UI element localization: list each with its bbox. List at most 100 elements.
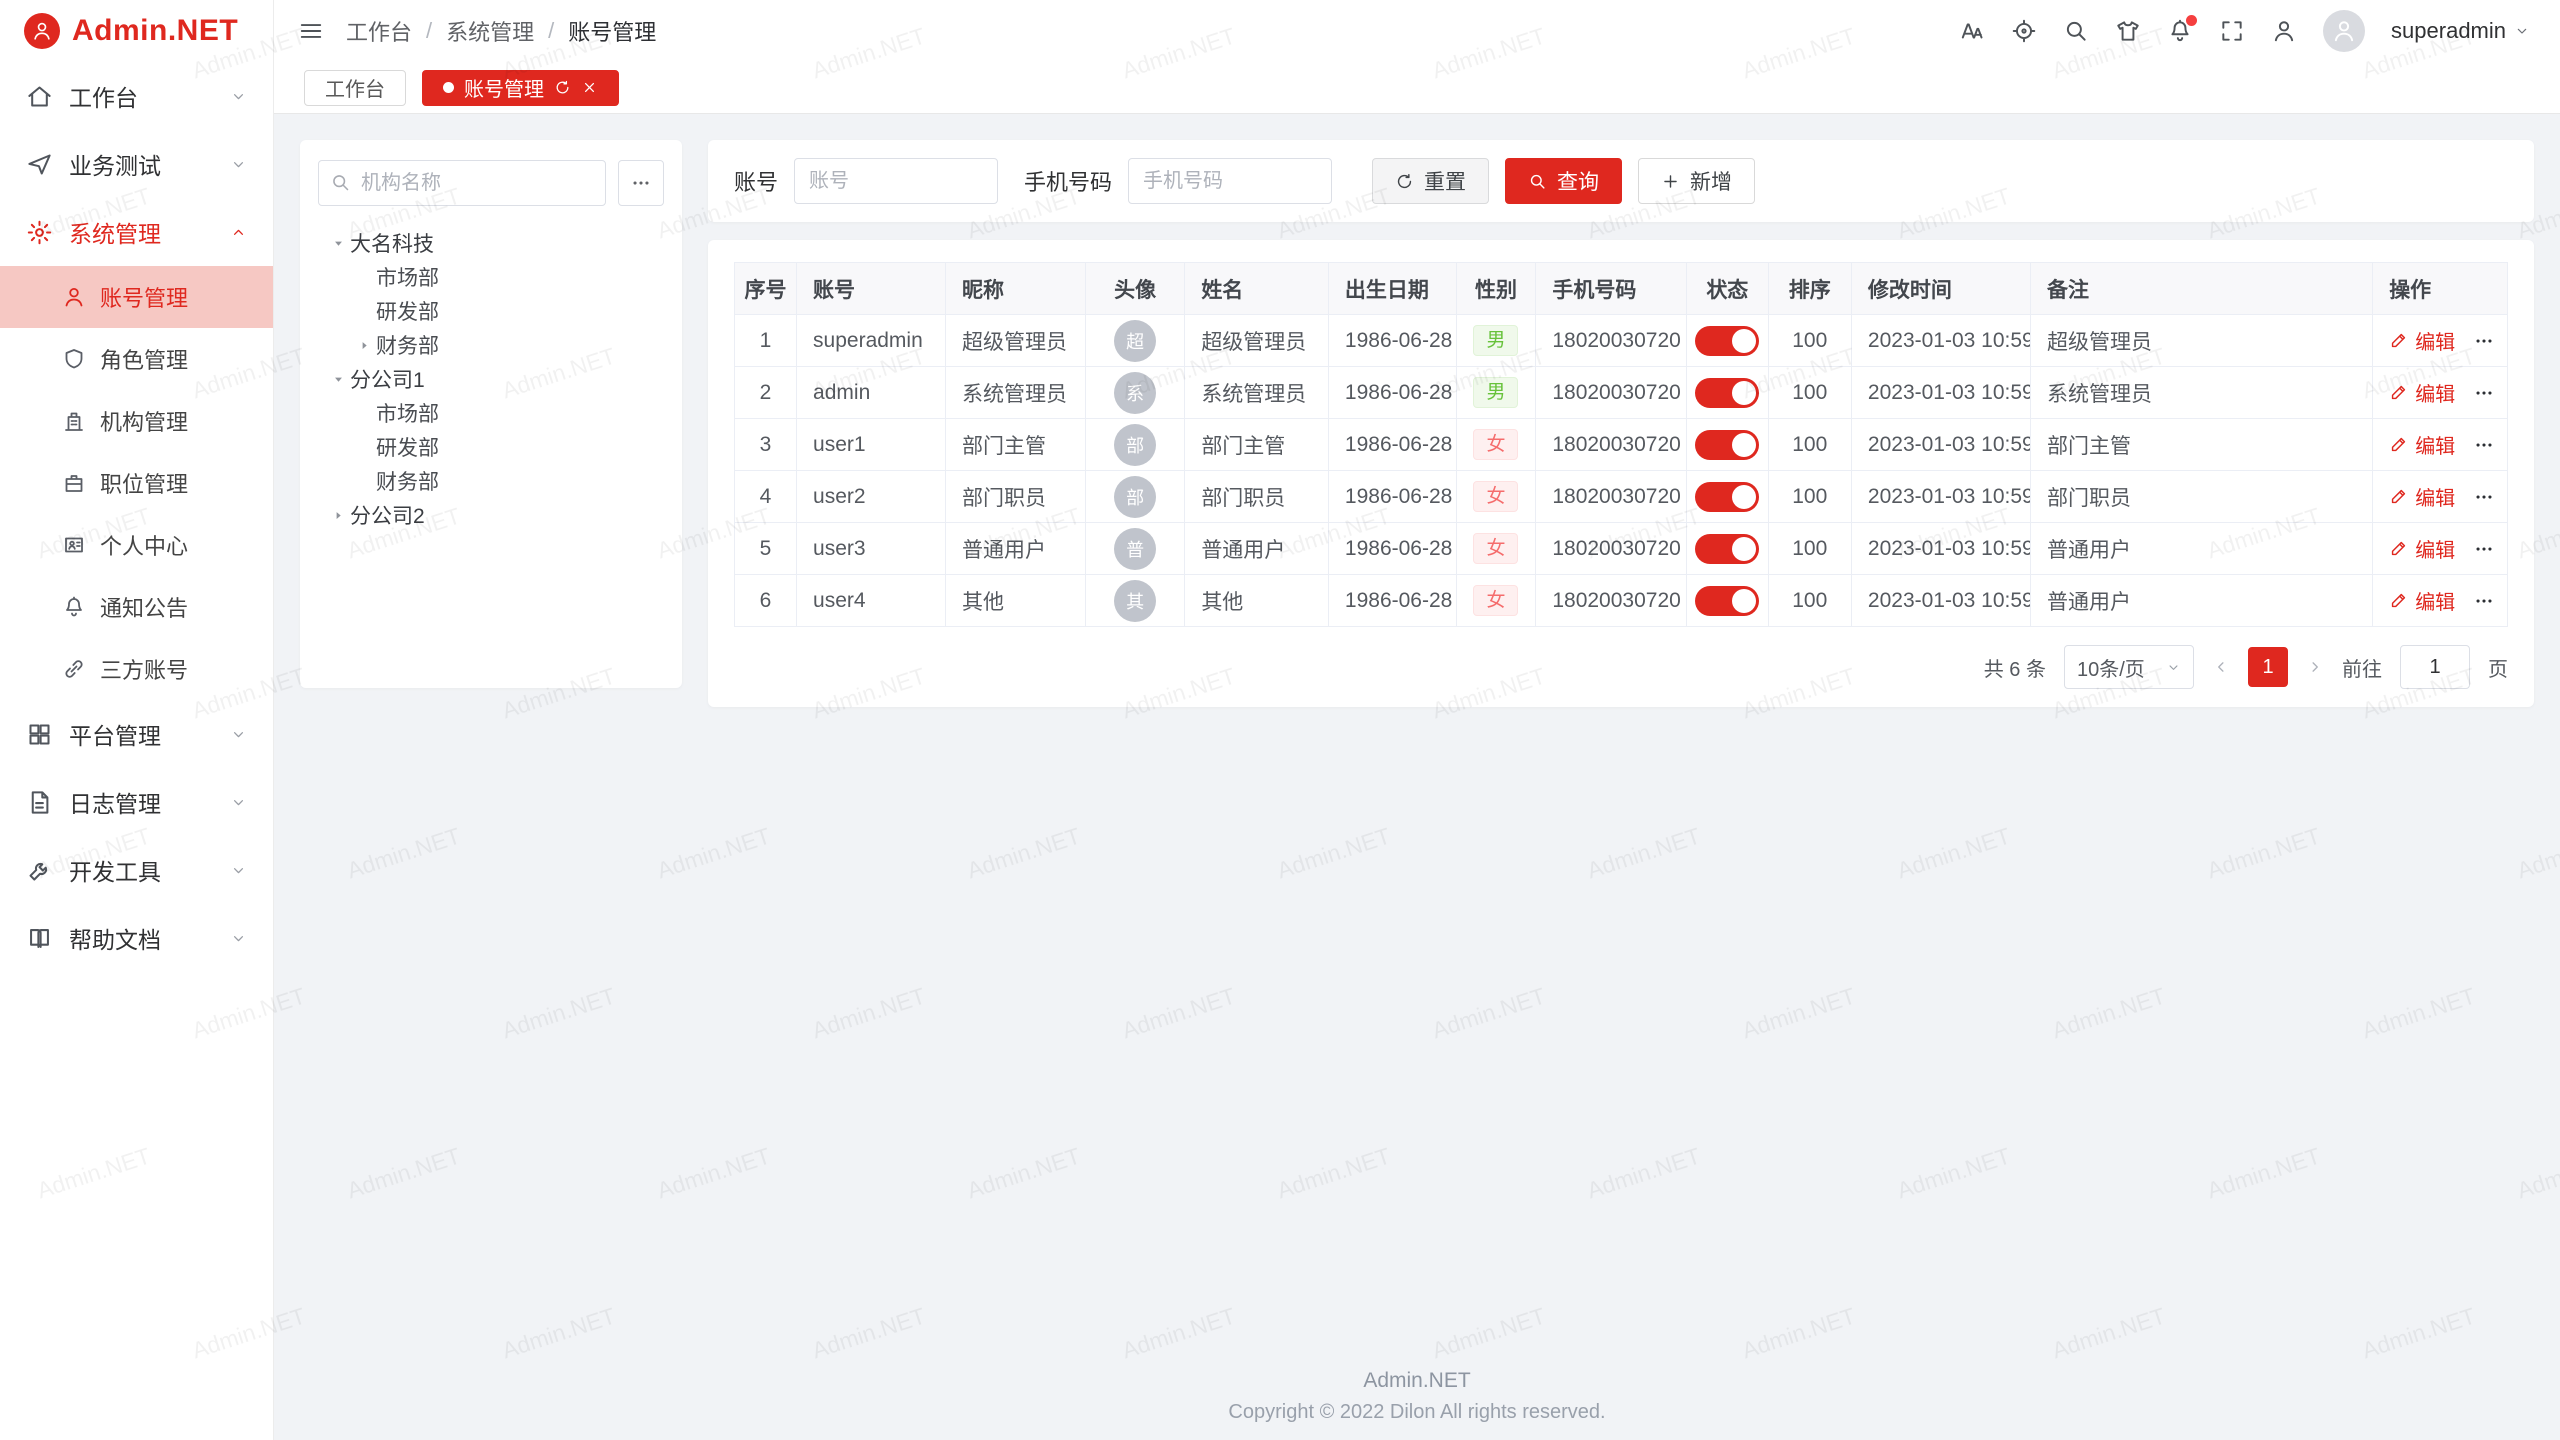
add-button[interactable]: 新增: [1638, 158, 1755, 204]
sidebar-item-3[interactable]: 平台管理: [0, 700, 273, 768]
add-label: 新增: [1690, 166, 1732, 196]
page-number-1[interactable]: 1: [2248, 647, 2288, 687]
sidebar-item-2[interactable]: 系统管理: [0, 198, 273, 266]
sidebar-subitem-2-3[interactable]: 职位管理: [0, 452, 273, 514]
caret-right-icon[interactable]: [352, 338, 376, 353]
tree-node[interactable]: 大名科技: [318, 226, 664, 260]
edit-label: 编辑: [2415, 534, 2455, 563]
tree-node[interactable]: 研发部: [318, 430, 664, 464]
sidebar-subitem-2-4[interactable]: 个人中心: [0, 514, 273, 576]
sidebar-item-4[interactable]: 日志管理: [0, 768, 273, 836]
column-header: 账号: [797, 263, 946, 315]
user-avatar[interactable]: [2323, 10, 2365, 52]
account-input[interactable]: [794, 158, 998, 204]
tree-node-label: 分公司2: [350, 500, 425, 530]
brand-logo-icon: [24, 13, 60, 49]
gear-icon: [26, 219, 53, 246]
more-actions-button[interactable]: [2473, 434, 2495, 456]
brand-logo[interactable]: Admin.NET: [0, 0, 273, 62]
notification-bell-icon[interactable]: [2167, 18, 2193, 44]
theme-icon[interactable]: [2115, 18, 2141, 44]
status-toggle[interactable]: [1695, 586, 1759, 616]
phone-input[interactable]: [1128, 158, 1332, 204]
status-toggle[interactable]: [1695, 534, 1759, 564]
menu-collapse-icon[interactable]: [298, 18, 324, 44]
locate-icon[interactable]: [2011, 18, 2037, 44]
cell-name: 系统管理员: [1185, 367, 1329, 419]
breadcrumb-separator: /: [548, 18, 554, 44]
column-header: 排序: [1768, 263, 1851, 315]
goto-page-input[interactable]: [2400, 645, 2470, 689]
edit-button[interactable]: 编辑: [2389, 430, 2455, 459]
cell-remark: 普通用户: [2030, 523, 2372, 575]
edit-button[interactable]: 编辑: [2389, 534, 2455, 563]
sidebar-subitem-2-2[interactable]: 机构管理: [0, 390, 273, 452]
edit-button[interactable]: 编辑: [2389, 586, 2455, 615]
cell-birthdate: 1986-06-28: [1328, 315, 1456, 367]
row-operations: 编辑: [2389, 430, 2491, 459]
sidebar-item-0[interactable]: 工作台: [0, 62, 273, 130]
sidebar-subitem-2-1[interactable]: 角色管理: [0, 328, 273, 390]
sidebar-item-label: 平台管理: [69, 717, 214, 751]
user-menu[interactable]: superadmin: [2391, 18, 2530, 44]
username: superadmin: [2391, 18, 2506, 44]
tree-node[interactable]: 市场部: [318, 260, 664, 294]
next-page-button[interactable]: [2306, 658, 2324, 676]
status-toggle[interactable]: [1695, 326, 1759, 356]
fullscreen-icon[interactable]: [2219, 18, 2245, 44]
search-icon[interactable]: [2063, 18, 2089, 44]
cell-nickname: 其他: [945, 575, 1085, 627]
caret-down-icon[interactable]: [326, 372, 350, 387]
tree-node[interactable]: 分公司1: [318, 362, 664, 396]
status-toggle[interactable]: [1695, 430, 1759, 460]
app-root: Admin.NET 工作台业务测试系统管理账号管理角色管理机构管理职位管理个人中…: [0, 0, 2560, 1440]
breadcrumb-item-0[interactable]: 工作台: [346, 15, 412, 47]
org-search-icon: [330, 172, 351, 193]
more-actions-button[interactable]: [2473, 330, 2495, 352]
tab-account-management[interactable]: 账号管理: [422, 70, 619, 106]
table-head: 序号账号昵称头像姓名出生日期性别手机号码状态排序修改时间备注操作: [735, 263, 2508, 315]
sidebar-item-5[interactable]: 开发工具: [0, 836, 273, 904]
more-actions-button[interactable]: [2473, 382, 2495, 404]
breadcrumb-item-1[interactable]: 系统管理: [446, 15, 534, 47]
sidebar-subitem-2-5[interactable]: 通知公告: [0, 576, 273, 638]
more-actions-button[interactable]: [2473, 538, 2495, 560]
status-toggle[interactable]: [1695, 378, 1759, 408]
edit-button[interactable]: 编辑: [2389, 482, 2455, 511]
tree-node[interactable]: 分公司2: [318, 498, 664, 532]
tab-close-icon[interactable]: [581, 79, 598, 96]
goto-label: 前往: [2342, 653, 2382, 682]
avatar: 超: [1114, 320, 1156, 362]
edit-button[interactable]: 编辑: [2389, 326, 2455, 355]
font-size-icon[interactable]: [1959, 18, 1985, 44]
tree-node[interactable]: 研发部: [318, 294, 664, 328]
column-header: 昵称: [945, 263, 1085, 315]
tree-node[interactable]: 财务部: [318, 328, 664, 362]
prev-page-button[interactable]: [2212, 658, 2230, 676]
org-search-input[interactable]: [318, 160, 606, 206]
chevron-down-icon: [2166, 660, 2181, 675]
sidebar-item-6[interactable]: 帮助文档: [0, 904, 273, 972]
edit-button[interactable]: 编辑: [2389, 378, 2455, 407]
sidebar-subitem-2-6[interactable]: 三方账号: [0, 638, 273, 700]
avatar: 部: [1114, 476, 1156, 518]
reset-button[interactable]: 重置: [1372, 158, 1489, 204]
tree-node[interactable]: 市场部: [318, 396, 664, 430]
sidebar-item-1[interactable]: 业务测试: [0, 130, 273, 198]
caret-right-icon[interactable]: [326, 508, 350, 523]
sidebar-subitem-2-0[interactable]: 账号管理: [0, 266, 273, 328]
tree-node[interactable]: 财务部: [318, 464, 664, 498]
tab-workbench[interactable]: 工作台: [304, 70, 406, 106]
query-button[interactable]: 查询: [1505, 158, 1622, 204]
page-size-select[interactable]: 10条/页: [2064, 645, 2194, 689]
more-actions-button[interactable]: [2473, 486, 2495, 508]
tab-refresh-icon[interactable]: [554, 79, 571, 96]
cell-account: user1: [797, 419, 946, 471]
caret-down-icon[interactable]: [326, 236, 350, 251]
status-toggle[interactable]: [1695, 482, 1759, 512]
org-more-button[interactable]: [618, 160, 664, 206]
org-tree: 大名科技市场部研发部财务部分公司1市场部研发部财务部分公司2: [318, 226, 664, 532]
more-icon: [630, 172, 652, 194]
account-icon[interactable]: [2271, 18, 2297, 44]
more-actions-button[interactable]: [2473, 590, 2495, 612]
